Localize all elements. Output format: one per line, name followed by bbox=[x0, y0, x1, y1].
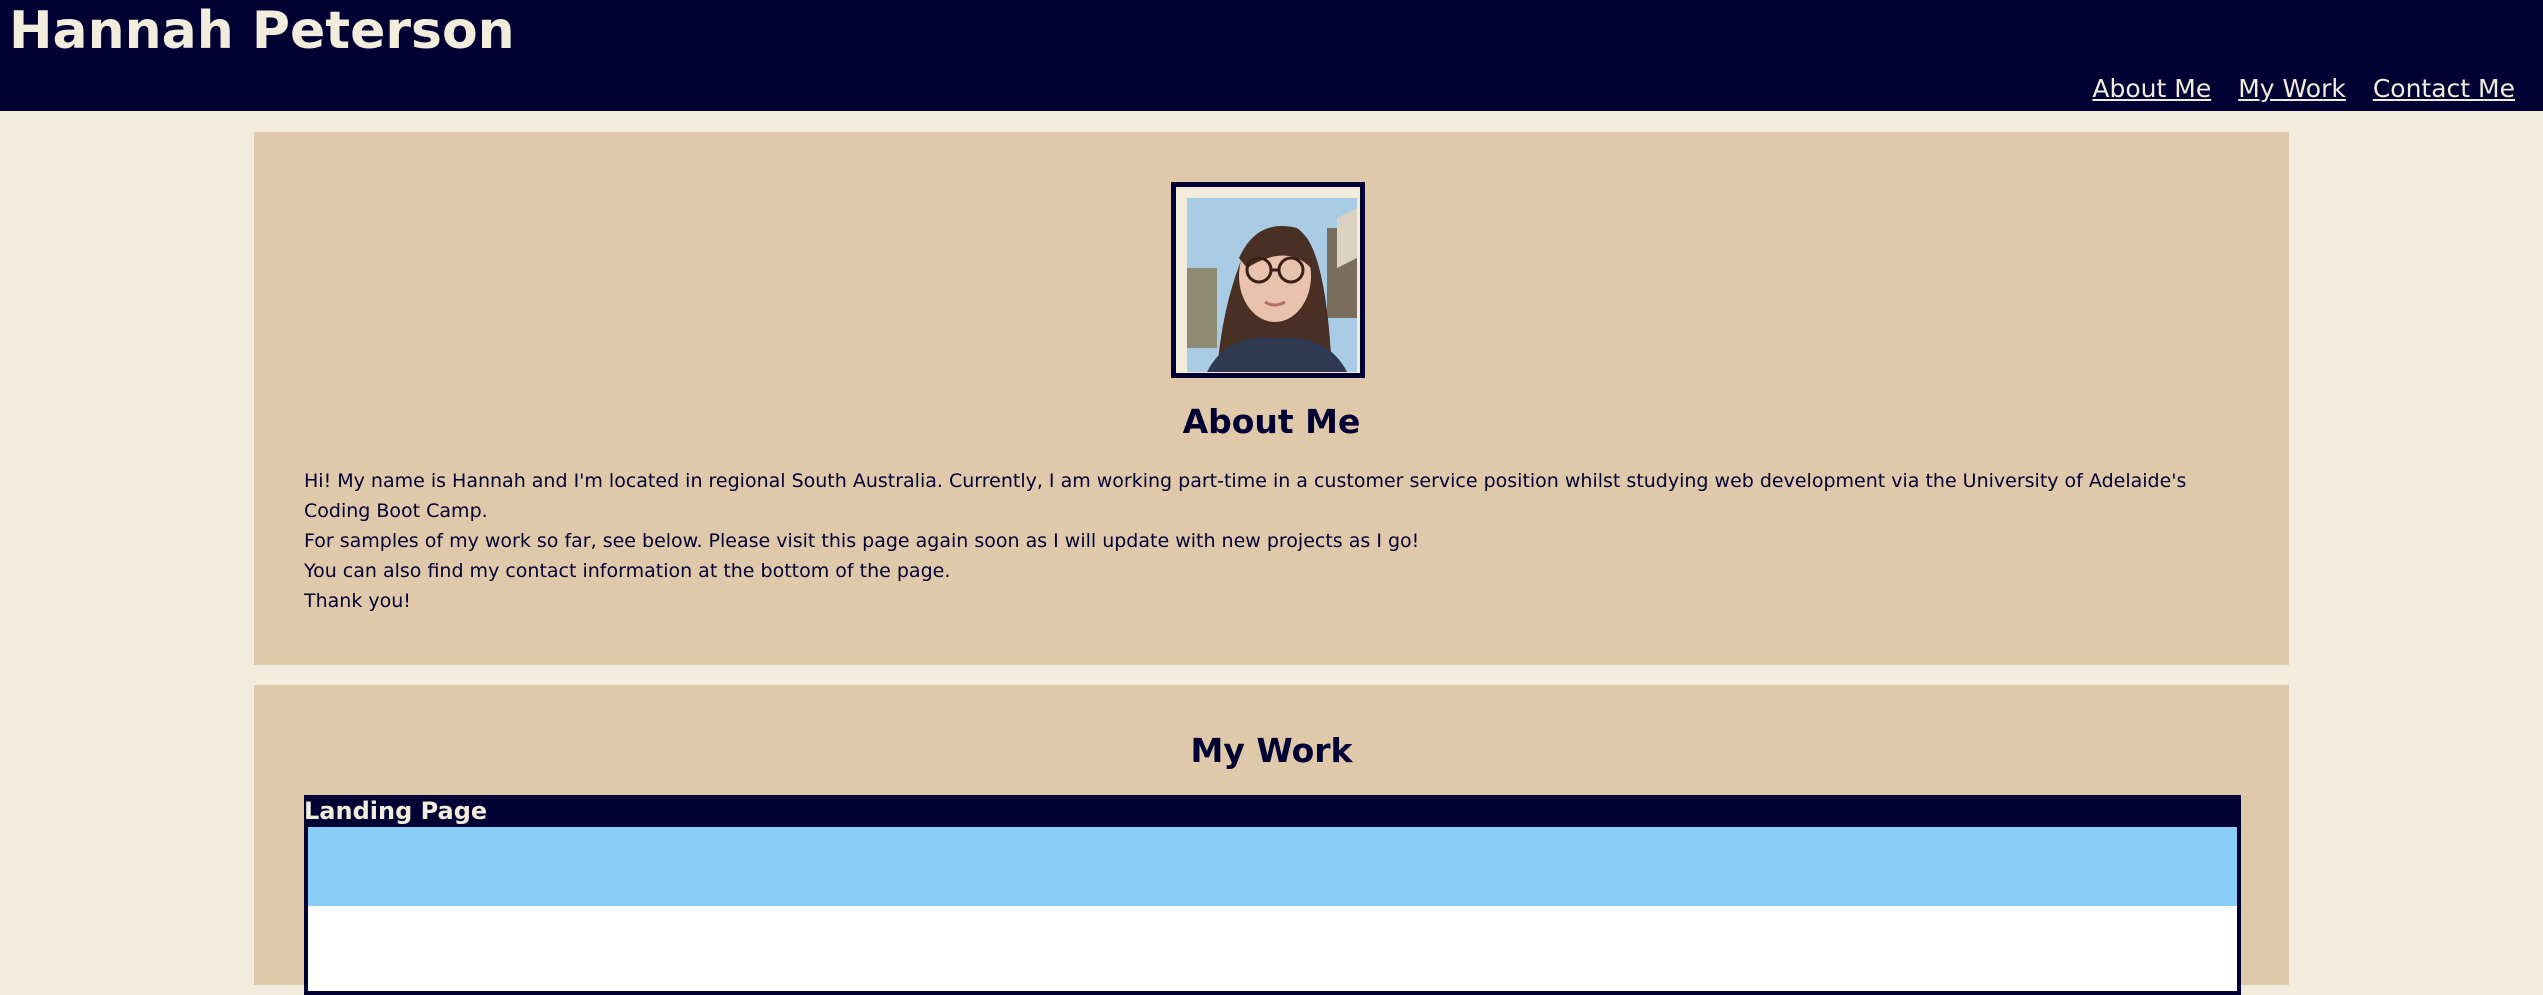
project-preview-image[interactable] bbox=[308, 827, 2237, 991]
about-paragraph: You can also find my contact information… bbox=[304, 560, 951, 582]
about-text: Hi! My name is Hannah and I'm located in… bbox=[304, 466, 2239, 616]
about-section: About Me Hi! My name is Hannah and I'm l… bbox=[254, 132, 2289, 665]
profile-photo-frame bbox=[1171, 182, 1365, 378]
work-section: My Work Landing Page bbox=[254, 685, 2289, 995]
about-paragraph: For samples of my work so far, see below… bbox=[304, 530, 1420, 552]
about-heading: About Me bbox=[1182, 402, 1361, 441]
nav-link-contact[interactable]: Contact Me bbox=[2373, 72, 2515, 106]
nav-link-about[interactable]: About Me bbox=[2092, 72, 2211, 106]
project-card-landing-page[interactable]: Landing Page bbox=[304, 795, 2241, 995]
nav-link-work[interactable]: My Work bbox=[2238, 72, 2346, 106]
project-title: Landing Page bbox=[304, 797, 488, 825]
profile-photo bbox=[1187, 198, 1357, 372]
work-heading: My Work bbox=[1190, 731, 1353, 770]
main-nav: About Me My Work Contact Me bbox=[2092, 72, 2515, 106]
about-paragraph: Thank you! bbox=[304, 590, 411, 612]
profile-photo-image bbox=[1187, 198, 1357, 372]
project-preview-banner bbox=[308, 827, 2237, 906]
site-title: Hannah Peterson bbox=[9, 1, 515, 61]
about-paragraph: Hi! My name is Hannah and I'm located in… bbox=[304, 470, 2187, 522]
site-header: Hannah Peterson About Me My Work Contact… bbox=[0, 0, 2543, 111]
